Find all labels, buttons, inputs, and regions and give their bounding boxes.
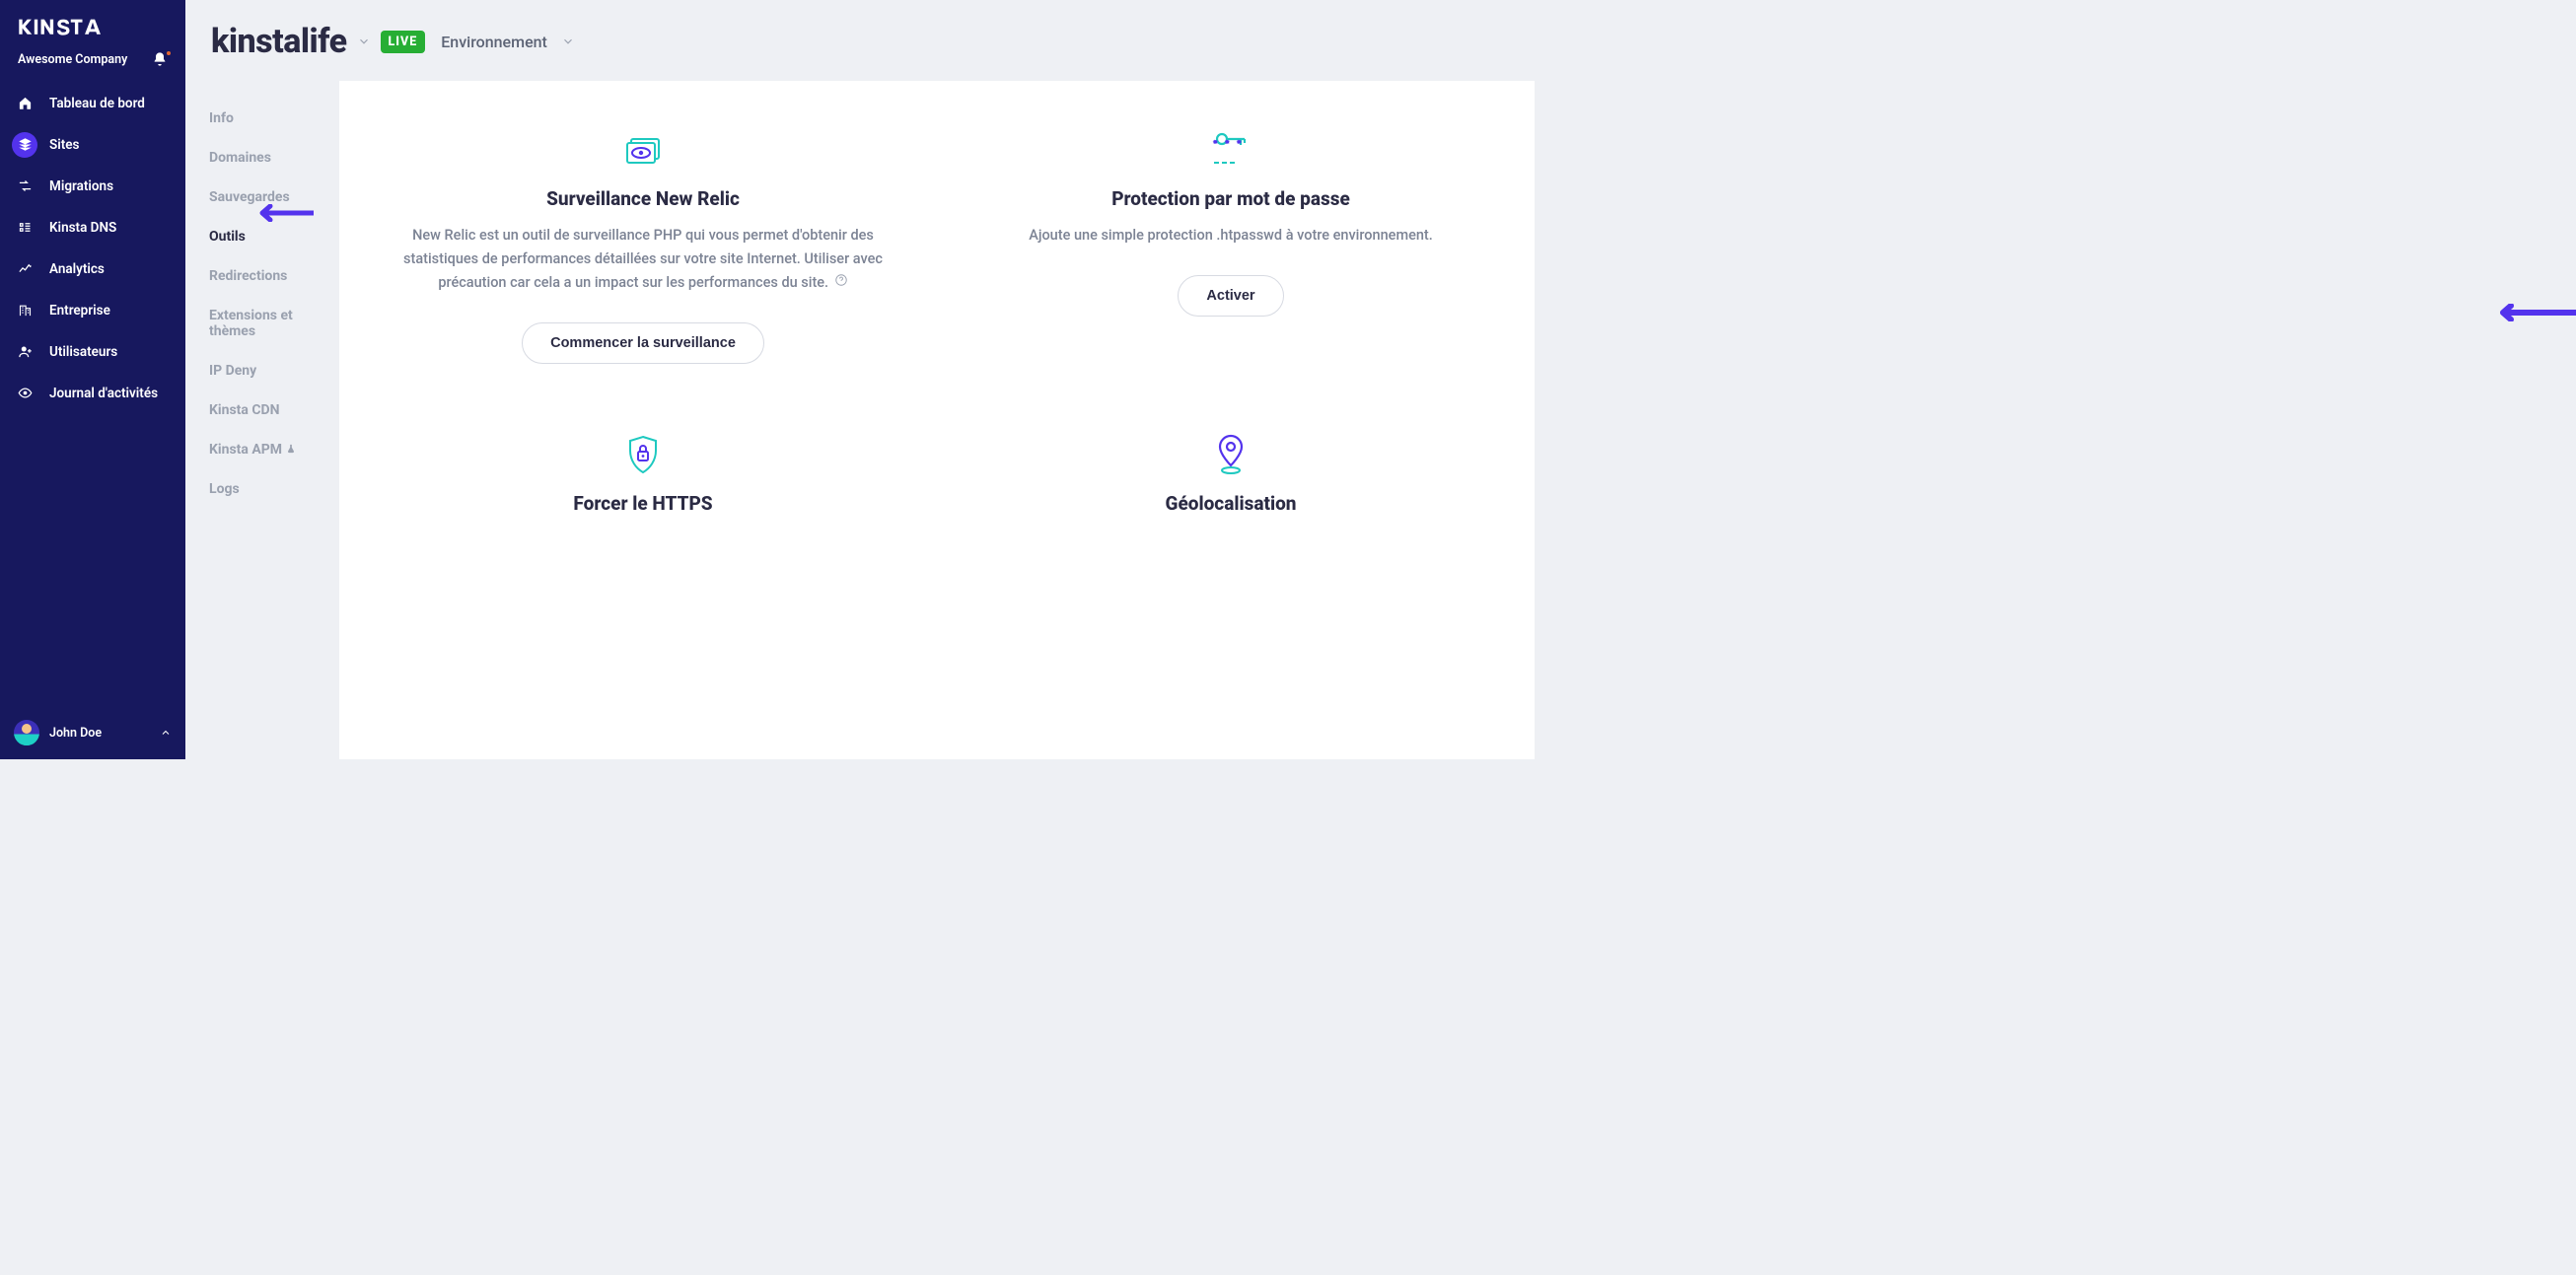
primary-nav: Tableau de bord Sites Migrations Kinsta DNS… [0,83,185,414]
nav-label: Tableau de bord [49,96,145,111]
subnav-item[interactable]: Redirections [209,256,339,296]
chevron-down-icon[interactable] [357,35,371,48]
notification-bell-icon[interactable] [152,51,170,69]
subnav-item[interactable]: IP Deny [209,351,339,390]
nav-label: Kinsta DNS [49,220,116,236]
home-icon [12,91,37,116]
chart-icon [12,256,37,282]
building-icon [12,298,37,323]
nav-item-dns[interactable]: Kinsta DNS [8,207,178,248]
stack-icon [12,132,37,158]
chevron-down-icon[interactable] [561,35,575,48]
nav-item-eye[interactable]: Journal d'activités [8,373,178,414]
nav-label: Utilisateurs [49,344,117,360]
card-description: New Relic est un outil de surveillance P… [377,224,909,295]
subnav-item[interactable]: Domaines [209,138,339,177]
environment-label: Environnement [441,33,547,51]
chevron-up-icon [160,724,172,743]
enable-button[interactable]: Activer [1178,275,1283,317]
nav-label: Migrations [49,178,113,194]
card-geolocation: Géolocalisation [937,425,1525,529]
brand-logo [0,14,185,51]
user-menu[interactable]: John Doe [0,714,185,751]
tools-panel: Surveillance New Relic New Relic est un … [339,81,1535,759]
dns-icon [12,215,37,241]
annotation-arrow [254,204,310,222]
card-description: Ajoute une simple protection .htpasswd à… [965,224,1497,248]
migr-icon [12,174,37,199]
subnav-item[interactable]: Kinsta APM [209,430,339,469]
start-monitoring-button[interactable]: Commencer la surveillance [522,322,764,364]
card-title: Protection par mot de passe [965,187,1497,210]
nav-label: Sites [49,137,80,153]
geolocation-icon [965,425,1497,484]
annotation-arrow [2495,304,2576,321]
kinsta-logo-icon [18,18,101,35]
card-force-https: Forcer le HTTPS [349,425,937,529]
nav-item-migr[interactable]: Migrations [8,166,178,207]
nav-item-building[interactable]: Entreprise [8,290,178,331]
card-title: Surveillance New Relic [377,187,909,210]
beta-chip-icon [286,442,296,458]
main-content: Surveillance New Relic New Relic est un … [339,0,1535,759]
subnav-item[interactable]: Logs [209,469,339,509]
live-badge: LIVE [381,31,426,53]
subnav-item[interactable]: Info [209,99,339,138]
page-header: kinstalife LIVE Environnement [211,22,575,61]
site-title: kinstalife [211,22,347,61]
site-subnav-column: InfoDomainesSauvegardesOutilsRedirection… [185,0,339,759]
card-title: Forcer le HTTPS [377,492,909,515]
avatar [14,720,39,745]
https-icon [377,425,909,484]
password-icon [965,120,1497,179]
nav-label: Analytics [49,261,105,277]
subnav-item[interactable]: Extensions et thèmes [209,296,339,351]
card-password-protection: Protection par mot de passe Ajoute une s… [937,120,1525,364]
nav-item-chart[interactable]: Analytics [8,248,178,290]
nav-item-stack[interactable]: Sites [8,124,178,166]
newrelic-icon [377,120,909,179]
company-name: Awesome Company [18,52,127,67]
eye-icon [12,381,37,406]
user-add-icon [12,339,37,365]
subnav-item[interactable]: Outils [209,217,339,256]
sidebar: Awesome Company Tableau de bord Sites Migr… [0,0,185,759]
nav-label: Journal d'activités [49,386,158,401]
site-subnav: InfoDomainesSauvegardesOutilsRedirection… [185,30,339,509]
card-title: Géolocalisation [965,492,1497,515]
card-newrelic: Surveillance New Relic New Relic est un … [349,120,937,364]
nav-item-user-add[interactable]: Utilisateurs [8,331,178,373]
subnav-item[interactable]: Kinsta CDN [209,390,339,430]
user-name: John Doe [49,726,150,741]
nav-label: Entreprise [49,303,110,319]
nav-item-home[interactable]: Tableau de bord [8,83,178,124]
info-icon[interactable] [834,271,848,295]
